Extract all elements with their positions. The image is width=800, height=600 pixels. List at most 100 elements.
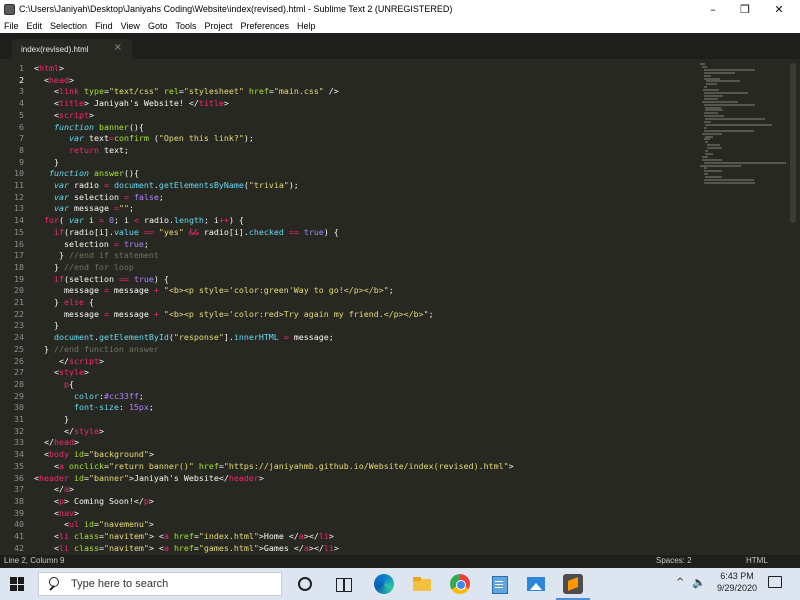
code-line[interactable]: p{ bbox=[34, 379, 74, 391]
code-lines[interactable]: <html> <head> <link type="text/css" rel=… bbox=[34, 59, 694, 555]
code-line[interactable]: <script> bbox=[34, 110, 94, 122]
code-line[interactable]: } //end function answer bbox=[34, 344, 159, 356]
code-line[interactable]: var text=confirm ("Open this link?"); bbox=[34, 133, 254, 145]
code-line[interactable]: for( var i = 0; i < radio.length; i++) { bbox=[34, 215, 244, 227]
code-line[interactable]: var selection = false; bbox=[34, 192, 164, 204]
close-button[interactable]: ✕ bbox=[762, 0, 796, 18]
code-line[interactable]: } bbox=[34, 414, 69, 426]
code-line[interactable]: var message =""; bbox=[34, 203, 134, 215]
code-line[interactable]: selection = true; bbox=[34, 239, 149, 251]
code-line[interactable]: <header id="banner">Janiyah's Website</h… bbox=[34, 473, 264, 485]
start-button-icon[interactable] bbox=[10, 577, 24, 591]
menu-find[interactable]: Find bbox=[95, 21, 113, 31]
menu-project[interactable]: Project bbox=[204, 21, 232, 31]
tray-chevron-up-icon[interactable]: ^ bbox=[676, 577, 684, 588]
code-line[interactable]: return text; bbox=[34, 145, 129, 157]
code-line[interactable]: <li class="navitem"> <a href="games.html… bbox=[34, 543, 339, 555]
code-line[interactable]: if(radio[i].value == "yes" && radio[i].c… bbox=[34, 227, 339, 239]
chrome-icon[interactable] bbox=[450, 574, 470, 594]
code-token: < bbox=[34, 542, 59, 553]
photos-icon[interactable] bbox=[526, 574, 546, 594]
file-explorer-icon[interactable] bbox=[412, 574, 432, 594]
code-token: message bbox=[34, 285, 104, 296]
code-line[interactable]: </head> bbox=[34, 437, 79, 449]
code-line[interactable]: } //end if statement bbox=[34, 250, 159, 262]
notifications-icon[interactable] bbox=[768, 576, 782, 588]
minimap-line bbox=[704, 135, 713, 138]
code-token: "index.html" bbox=[198, 531, 259, 541]
code-line[interactable]: function banner(){ bbox=[34, 122, 144, 134]
code-line[interactable]: <head> bbox=[34, 75, 74, 87]
menu-help[interactable]: Help bbox=[297, 21, 316, 31]
indentation-setting[interactable]: Spaces: 2 bbox=[656, 556, 692, 565]
minimap-line bbox=[703, 167, 708, 170]
code-token: ) { bbox=[153, 273, 169, 284]
menu-selection[interactable]: Selection bbox=[50, 21, 87, 31]
minimap[interactable] bbox=[696, 59, 788, 189]
code-token: </ bbox=[34, 425, 74, 436]
menu-goto[interactable]: Goto bbox=[148, 21, 168, 31]
maximize-button[interactable]: ❐ bbox=[728, 0, 762, 18]
edge-icon[interactable] bbox=[374, 574, 394, 594]
minimap-line bbox=[703, 68, 755, 71]
tab-index-revised[interactable]: index(revised).html × bbox=[12, 39, 132, 59]
code-line[interactable]: document.getElementById("response"].inne… bbox=[34, 332, 334, 344]
syntax-mode[interactable]: HTML bbox=[746, 556, 768, 565]
code-line[interactable]: <p> Coming Soon!</p> bbox=[34, 496, 154, 508]
minimap-line bbox=[701, 132, 723, 135]
taskbar-search-box[interactable]: Type here to search bbox=[38, 572, 282, 596]
code-token: header bbox=[39, 472, 69, 483]
minimize-button[interactable]: – bbox=[696, 0, 730, 18]
code-line[interactable]: } bbox=[34, 320, 59, 332]
code-line[interactable]: </style> bbox=[34, 426, 104, 438]
menu-edit[interactable]: Edit bbox=[27, 21, 43, 31]
code-line[interactable]: </a> bbox=[34, 484, 74, 496]
code-line[interactable]: message = message + "<b><p style='color:… bbox=[34, 309, 434, 321]
code-line[interactable]: <link type="text/css" rel="stylesheet" h… bbox=[34, 86, 339, 98]
volume-icon[interactable]: 🔈 bbox=[692, 576, 706, 589]
system-clock[interactable]: 6:43 PM 9/29/2020 bbox=[712, 571, 762, 593]
code-token: title bbox=[198, 98, 224, 109]
code-line[interactable]: <title> Janiyah's Website! </title> bbox=[34, 98, 229, 110]
code-token: body bbox=[49, 449, 69, 460]
vertical-scrollbar[interactable] bbox=[790, 63, 796, 223]
code-token: message bbox=[108, 285, 154, 296]
code-line[interactable]: <html> bbox=[34, 63, 64, 75]
code-line[interactable]: font-size: 15px; bbox=[34, 402, 154, 414]
code-token: ; bbox=[138, 390, 144, 401]
menu-file[interactable]: File bbox=[4, 21, 19, 31]
code-token: message bbox=[34, 308, 104, 319]
code-token: ); bbox=[288, 180, 299, 190]
code-token: ul bbox=[68, 519, 79, 530]
cortana-icon[interactable] bbox=[298, 577, 312, 591]
code-line[interactable]: <nav> bbox=[34, 508, 79, 520]
minimap-line bbox=[705, 106, 721, 109]
code-token: "Open this link?" bbox=[158, 133, 244, 144]
code-line[interactable]: <ul id="navemenu"> bbox=[34, 519, 154, 531]
code-token: > bbox=[148, 519, 154, 530]
tab-close-icon[interactable]: × bbox=[114, 42, 122, 53]
sublime-text-icon[interactable] bbox=[563, 574, 583, 594]
code-line[interactable]: } else { bbox=[34, 297, 94, 309]
code-line[interactable]: } bbox=[34, 157, 59, 169]
code-line[interactable]: message = message + "<b><p style='color:… bbox=[34, 285, 394, 297]
code-line[interactable]: <li class="navitem"> <a href="index.html… bbox=[34, 531, 334, 543]
menu-view[interactable]: View bbox=[121, 21, 140, 31]
code-line[interactable]: function answer(){ bbox=[34, 168, 139, 180]
code-line[interactable]: } //end for loop bbox=[34, 262, 134, 274]
code-line[interactable]: <a onclick="return banner()" href="https… bbox=[34, 461, 514, 473]
notepad-icon[interactable] bbox=[489, 574, 509, 594]
code-line[interactable]: </script> bbox=[34, 356, 104, 368]
code-editor[interactable]: 1 2 3 4 5 6 7 8 9 10 11 12 13 14 15 16 17 18 19 20 21 22 23 24 2… bbox=[0, 59, 800, 555]
code-line[interactable]: if(selection == true) { bbox=[34, 274, 169, 286]
code-line[interactable]: color:#cc33ff; bbox=[34, 391, 144, 403]
menu-preferences[interactable]: Preferences bbox=[240, 21, 289, 31]
code-line[interactable]: <body id="background"> bbox=[34, 449, 154, 461]
code-line[interactable]: var radio = document.getElementsByName("… bbox=[34, 180, 299, 192]
code-line[interactable]: <style> bbox=[34, 367, 89, 379]
menu-tools[interactable]: Tools bbox=[175, 21, 196, 31]
task-view-icon[interactable] bbox=[333, 574, 353, 594]
code-token: href bbox=[248, 86, 269, 97]
